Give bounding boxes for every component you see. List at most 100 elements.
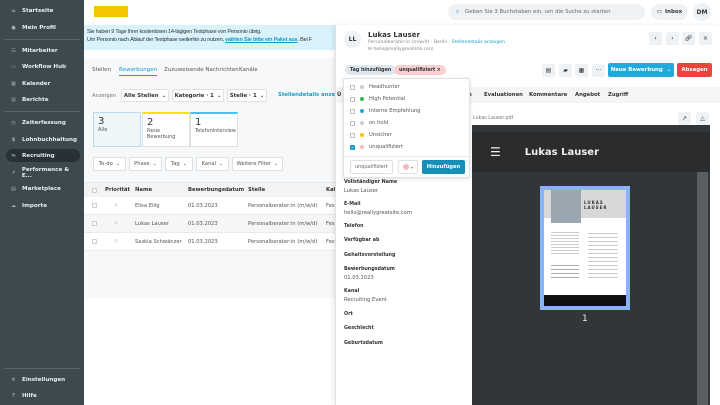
tag-option-unsicher[interactable]: Unsicher: [350, 131, 392, 139]
sidebar-item-einstellungen[interactable]: ⚙ Einstellungen: [6, 373, 80, 386]
sidebar-item-berichte[interactable]: ▥ Berichte: [6, 93, 80, 106]
phase-filter[interactable]: Phase ⌄: [129, 157, 162, 171]
tab-zugriff[interactable]: Zugriff: [608, 92, 628, 98]
tag-color-picker[interactable]: ▾: [398, 160, 418, 174]
document-button[interactable]: ▤: [542, 64, 555, 77]
stellen-dropdown[interactable]: Alle Stellen ⌄: [121, 89, 169, 102]
message-button[interactable]: ▰: [559, 64, 572, 77]
user-avatar[interactable]: DM: [693, 3, 711, 21]
sidebar-item-marketplace[interactable]: ▤ Marketplace: [6, 182, 80, 195]
tab-stellen[interactable]: Stellen: [92, 67, 111, 73]
document-filename[interactable]: Lukas Lauser.pdf: [473, 116, 513, 121]
company-logo[interactable]: [94, 6, 128, 17]
flag-icon[interactable]: ⚐: [114, 203, 119, 209]
tag-filter[interactable]: Tag ⌄: [165, 157, 193, 171]
stage-card-neue-bewerbung[interactable]: 2 Neue Bewerbung: [142, 112, 190, 147]
sidebar-item-hilfe[interactable]: ? Hilfe: [6, 389, 80, 402]
new-application-button[interactable]: Neue Bewerbung ⌄: [608, 63, 674, 77]
checkbox[interactable]: [350, 108, 355, 114]
sidebar-item-lohnbuchhaltung[interactable]: $ Lohnbuchhaltung: [6, 133, 80, 146]
column-header[interactable]: Name: [135, 187, 152, 193]
column-header[interactable]: Bewerbungsdatum: [188, 187, 244, 193]
tab-angebot[interactable]: Angebot: [575, 92, 600, 98]
field-label: Gehaltsvorstellung: [344, 253, 396, 258]
sidebar-item-importe[interactable]: ☁ Importe: [6, 199, 80, 212]
checkbox[interactable]: [350, 132, 355, 138]
calendar-button[interactable]: ▦: [575, 64, 588, 77]
sidebar-item-performance[interactable]: ↗ Performance & E...: [6, 166, 80, 179]
kanal-filter[interactable]: Kanal ⌄: [196, 157, 229, 171]
tag-option-on-hold[interactable]: on hold: [350, 119, 388, 127]
sidebar-item-mitarbeiter[interactable]: ☷ Mitarbeiter: [6, 44, 80, 57]
tag-option-headhunter[interactable]: Headhunter: [350, 83, 400, 91]
stage-card-telefoninterview[interactable]: 1 Telefoninterview: [190, 112, 238, 147]
row-checkbox[interactable]: [92, 239, 97, 244]
sidebar-item-mein-profil[interactable]: ● Mein Profil: [6, 21, 80, 34]
candidate-name[interactable]: Saskia Schwänzer: [135, 239, 182, 245]
tag-option-interne-empfehlung[interactable]: Interne Empfehlung: [350, 107, 420, 115]
tag-option-high-potential[interactable]: High Potential: [350, 95, 405, 103]
sidebar-item-kalender[interactable]: ▦ Kalender: [6, 77, 80, 90]
scrollbar[interactable]: [697, 172, 708, 405]
tag-unqualifiziert[interactable]: unqualifiziert ×: [394, 65, 446, 75]
table-row[interactable]: ⚐ Saskia Schwänzer 01.03.2023 Personalbe…: [84, 233, 335, 251]
sidebar-item-label: Kalender: [22, 80, 51, 87]
candidate-name[interactable]: Lukas Lauser: [135, 221, 169, 227]
next-button[interactable]: ›: [666, 32, 679, 45]
search-input[interactable]: ⌕ Geben Sie 3 Buchstaben ein, um die Such…: [448, 4, 645, 20]
candidate-name[interactable]: Elisa Eilig: [135, 203, 160, 209]
add-tag-submit-button[interactable]: Hinzufügen: [422, 160, 465, 174]
row-checkbox[interactable]: [92, 203, 97, 208]
checkbox[interactable]: [350, 96, 355, 102]
copy-link-button[interactable]: 🔗︎: [682, 32, 695, 45]
pdf-viewer[interactable]: ☰ Lukas Lauser LUKAS LAUSER 1: [472, 125, 710, 405]
stage-card-alle[interactable]: 3 Alle: [93, 112, 141, 147]
tab-evaluationen[interactable]: Evaluationen: [484, 92, 523, 98]
tab-overview[interactable]: Ü: [337, 92, 341, 98]
tag-name-input[interactable]: [350, 160, 393, 174]
open-external-button[interactable]: ↗: [678, 112, 691, 125]
add-tag-button[interactable]: Tag hinzufügen: [345, 65, 397, 75]
checkbox[interactable]: [350, 84, 355, 90]
reject-button[interactable]: Absagen: [677, 63, 712, 77]
row-checkbox[interactable]: [92, 221, 97, 226]
stelle-dropdown[interactable]: Stelle · 1 ⌄: [227, 89, 267, 102]
table-row[interactable]: ⚐ Lukas Lauser 01.03.2023 Personalberate…: [84, 215, 335, 233]
tab-zuzuweisende-nachrichten[interactable]: Zuzuweisende Nachrichten: [164, 67, 239, 73]
close-button[interactable]: ×: [699, 32, 712, 45]
resume-photo: [551, 190, 581, 223]
sidebar-item-recruiting[interactable]: ⇋ Recruiting: [6, 149, 80, 162]
filter-label: To-do: [98, 161, 113, 167]
column-header[interactable]: Priorität: [105, 187, 130, 193]
field-label: Kanal: [344, 289, 360, 294]
flag-icon[interactable]: ⚐: [114, 221, 119, 227]
tab-kommentare[interactable]: Kommentare: [529, 92, 567, 98]
select-all-checkbox[interactable]: [92, 188, 97, 193]
sidebar-item-workflow-hub[interactable]: ▭ Workflow Hub: [6, 60, 80, 73]
sidebar-item-label: Mitarbeiter: [22, 47, 58, 54]
table-row[interactable]: ⚐ Elisa Eilig 01.03.2023 Personalberater…: [84, 197, 335, 215]
warning-button[interactable]: △: [696, 112, 709, 125]
choose-plan-link[interactable]: wählen Sie bitte ein Paket aus: [225, 37, 297, 43]
sidebar-item-startseite[interactable]: ⌂ Startseite: [6, 4, 80, 17]
checkbox-checked[interactable]: ✓: [350, 144, 355, 150]
previous-button[interactable]: ‹: [649, 32, 662, 45]
stellendetails-link[interactable]: Stellendetails anzeigen: [452, 40, 506, 45]
page-thumbnail[interactable]: LUKAS LAUSER: [540, 186, 630, 310]
tab-kanaele[interactable]: Kanäle: [239, 67, 258, 73]
checkbox[interactable]: [350, 120, 355, 126]
flag-icon[interactable]: ⚐: [114, 239, 119, 245]
weitere-filter[interactable]: Weitere Filter ⌄: [232, 157, 283, 171]
more-button[interactable]: ···: [592, 64, 605, 77]
tag-option-unqualifiziert[interactable]: ✓ unqualifiziert: [350, 143, 403, 151]
todo-filter[interactable]: To-do ⌄: [93, 157, 126, 171]
candidate-email[interactable]: hello@reallygreatsite.com: [373, 47, 433, 52]
column-header[interactable]: Stelle: [248, 187, 265, 193]
kategorie-dropdown[interactable]: Kategorie · 1 ⌄: [172, 89, 224, 102]
inbox-button[interactable]: ▭ Inbox: [651, 4, 688, 20]
tab-bewerbungen[interactable]: Bewerbungen: [119, 67, 158, 76]
sidebar-item-label: Mein Profil: [22, 24, 56, 31]
hamburger-menu-icon[interactable]: ☰: [490, 145, 501, 159]
flag-icon[interactable]: ⚐: [411, 31, 416, 38]
sidebar-item-zeiterfassung[interactable]: ◷ Zeiterfassung: [6, 116, 80, 129]
